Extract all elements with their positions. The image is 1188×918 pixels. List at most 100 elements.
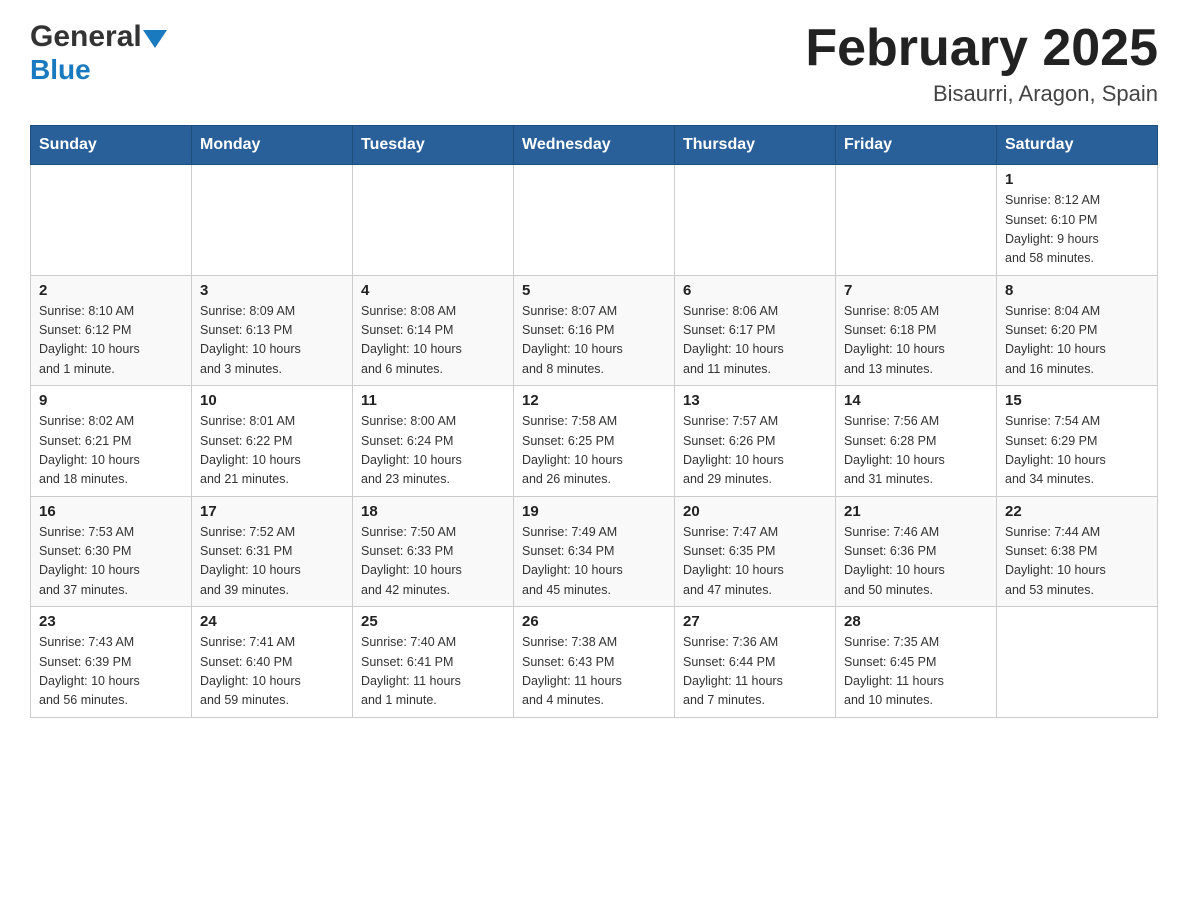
day-number: 2	[39, 282, 183, 299]
calendar-cell: 17Sunrise: 7:52 AMSunset: 6:31 PMDayligh…	[192, 496, 353, 607]
calendar-week-row: 23Sunrise: 7:43 AMSunset: 6:39 PMDayligh…	[31, 607, 1158, 718]
day-info: Sunrise: 7:38 AMSunset: 6:43 PMDaylight:…	[522, 633, 666, 711]
calendar-cell: 7 Sunrise: 8:05 AMSunset: 6:18 PMDaylight…	[836, 275, 997, 386]
calendar-cell: 16 Sunrise: 7:53 AMSunset: 6:30 PMDayligh…	[31, 496, 192, 607]
calendar-cell: 22Sunrise: 7:44 AMSunset: 6:38 PMDayligh…	[997, 496, 1158, 607]
day-number: 14	[844, 392, 988, 409]
calendar-table: SundayMondayTuesdayWednesdayThursdayFrid…	[30, 125, 1158, 718]
day-number: 11	[361, 392, 505, 409]
day-of-week-header: Thursday	[675, 126, 836, 165]
calendar-week-row: 2 Sunrise: 8:10 AMSunset: 6:12 PMDaylight…	[31, 275, 1158, 386]
day-number: 10	[200, 392, 344, 409]
day-info: Sunrise: 8:09 AMSunset: 6:13 PMDaylight:…	[200, 302, 344, 380]
day-number: 21	[844, 503, 988, 520]
logo-arrow-icon	[143, 30, 167, 48]
day-info: Sunrise: 7:49 AMSunset: 6:34 PMDaylight:…	[522, 523, 666, 601]
day-number: 23	[39, 613, 183, 630]
day-info: Sunrise: 8:07 AMSunset: 6:16 PMDaylight:…	[522, 302, 666, 380]
day-number: 16	[39, 503, 183, 520]
day-number: 13	[683, 392, 827, 409]
calendar-cell	[514, 165, 675, 276]
day-number: 1	[1005, 171, 1149, 188]
day-number: 17	[200, 503, 344, 520]
day-info: Sunrise: 8:02 AMSunset: 6:21 PMDaylight:…	[39, 412, 183, 490]
calendar-header-row: SundayMondayTuesdayWednesdayThursdayFrid…	[31, 126, 1158, 165]
title-block: February 2025 Bisaurri, Aragon, Spain	[805, 20, 1158, 107]
day-number: 24	[200, 613, 344, 630]
day-of-week-header: Friday	[836, 126, 997, 165]
calendar-cell: 12 Sunrise: 7:58 AMSunset: 6:25 PMDayligh…	[514, 386, 675, 497]
day-number: 19	[522, 503, 666, 520]
day-info: Sunrise: 7:46 AMSunset: 6:36 PMDaylight:…	[844, 523, 988, 601]
day-info: Sunrise: 7:56 AMSunset: 6:28 PMDaylight:…	[844, 412, 988, 490]
day-info: Sunrise: 8:01 AMSunset: 6:22 PMDaylight:…	[200, 412, 344, 490]
calendar-cell: 8 Sunrise: 8:04 AMSunset: 6:20 PMDaylight…	[997, 275, 1158, 386]
calendar-cell: 6 Sunrise: 8:06 AMSunset: 6:17 PMDaylight…	[675, 275, 836, 386]
day-number: 12	[522, 392, 666, 409]
calendar-week-row: 16 Sunrise: 7:53 AMSunset: 6:30 PMDayligh…	[31, 496, 1158, 607]
calendar-week-row: 1 Sunrise: 8:12 AMSunset: 6:10 PMDaylight…	[31, 165, 1158, 276]
calendar-cell: 2 Sunrise: 8:10 AMSunset: 6:12 PMDaylight…	[31, 275, 192, 386]
day-number: 27	[683, 613, 827, 630]
calendar-cell	[675, 165, 836, 276]
day-of-week-header: Wednesday	[514, 126, 675, 165]
day-info: Sunrise: 8:05 AMSunset: 6:18 PMDaylight:…	[844, 302, 988, 380]
day-number: 18	[361, 503, 505, 520]
calendar-week-row: 9 Sunrise: 8:02 AMSunset: 6:21 PMDaylight…	[31, 386, 1158, 497]
day-number: 26	[522, 613, 666, 630]
day-of-week-header: Sunday	[31, 126, 192, 165]
calendar-cell: 11 Sunrise: 8:00 AMSunset: 6:24 PMDayligh…	[353, 386, 514, 497]
day-info: Sunrise: 8:00 AMSunset: 6:24 PMDaylight:…	[361, 412, 505, 490]
calendar-cell	[836, 165, 997, 276]
day-info: Sunrise: 7:35 AMSunset: 6:45 PMDaylight:…	[844, 633, 988, 711]
calendar-cell: 24Sunrise: 7:41 AMSunset: 6:40 PMDayligh…	[192, 607, 353, 718]
day-info: Sunrise: 7:58 AMSunset: 6:25 PMDaylight:…	[522, 412, 666, 490]
day-info: Sunrise: 7:57 AMSunset: 6:26 PMDaylight:…	[683, 412, 827, 490]
calendar-cell	[192, 165, 353, 276]
logo-general-text: General	[30, 20, 142, 54]
calendar-cell	[353, 165, 514, 276]
day-number: 5	[522, 282, 666, 299]
calendar-cell: 27 Sunrise: 7:36 AMSunset: 6:44 PMDayligh…	[675, 607, 836, 718]
page-header: General Blue February 2025 Bisaurri, Ara…	[30, 20, 1158, 107]
calendar-cell: 28 Sunrise: 7:35 AMSunset: 6:45 PMDayligh…	[836, 607, 997, 718]
calendar-cell: 20Sunrise: 7:47 AMSunset: 6:35 PMDayligh…	[675, 496, 836, 607]
day-info: Sunrise: 8:06 AMSunset: 6:17 PMDaylight:…	[683, 302, 827, 380]
day-number: 8	[1005, 282, 1149, 299]
logo-blue-text: Blue	[30, 54, 91, 86]
day-info: Sunrise: 8:12 AMSunset: 6:10 PMDaylight:…	[1005, 191, 1149, 269]
day-info: Sunrise: 8:08 AMSunset: 6:14 PMDaylight:…	[361, 302, 505, 380]
day-info: Sunrise: 7:40 AMSunset: 6:41 PMDaylight:…	[361, 633, 505, 711]
day-info: Sunrise: 7:36 AMSunset: 6:44 PMDaylight:…	[683, 633, 827, 711]
calendar-cell: 18 Sunrise: 7:50 AMSunset: 6:33 PMDayligh…	[353, 496, 514, 607]
day-number: 28	[844, 613, 988, 630]
day-info: Sunrise: 8:04 AMSunset: 6:20 PMDaylight:…	[1005, 302, 1149, 380]
calendar-cell: 10 Sunrise: 8:01 AMSunset: 6:22 PMDayligh…	[192, 386, 353, 497]
calendar-cell: 23Sunrise: 7:43 AMSunset: 6:39 PMDayligh…	[31, 607, 192, 718]
day-info: Sunrise: 7:53 AMSunset: 6:30 PMDaylight:…	[39, 523, 183, 601]
day-info: Sunrise: 8:10 AMSunset: 6:12 PMDaylight:…	[39, 302, 183, 380]
calendar-cell: 3 Sunrise: 8:09 AMSunset: 6:13 PMDaylight…	[192, 275, 353, 386]
calendar-cell: 15 Sunrise: 7:54 AMSunset: 6:29 PMDayligh…	[997, 386, 1158, 497]
logo: General Blue	[30, 20, 167, 86]
day-info: Sunrise: 7:50 AMSunset: 6:33 PMDaylight:…	[361, 523, 505, 601]
day-info: Sunrise: 7:54 AMSunset: 6:29 PMDaylight:…	[1005, 412, 1149, 490]
calendar-cell: 5 Sunrise: 8:07 AMSunset: 6:16 PMDaylight…	[514, 275, 675, 386]
day-number: 6	[683, 282, 827, 299]
day-number: 25	[361, 613, 505, 630]
calendar-cell: 25 Sunrise: 7:40 AMSunset: 6:41 PMDayligh…	[353, 607, 514, 718]
day-number: 3	[200, 282, 344, 299]
day-number: 4	[361, 282, 505, 299]
calendar-cell: 26 Sunrise: 7:38 AMSunset: 6:43 PMDayligh…	[514, 607, 675, 718]
calendar-cell: 14 Sunrise: 7:56 AMSunset: 6:28 PMDayligh…	[836, 386, 997, 497]
day-info: Sunrise: 7:44 AMSunset: 6:38 PMDaylight:…	[1005, 523, 1149, 601]
calendar-cell	[997, 607, 1158, 718]
location-title: Bisaurri, Aragon, Spain	[805, 81, 1158, 107]
calendar-cell: 1 Sunrise: 8:12 AMSunset: 6:10 PMDaylight…	[997, 165, 1158, 276]
day-number: 7	[844, 282, 988, 299]
day-number: 9	[39, 392, 183, 409]
day-of-week-header: Tuesday	[353, 126, 514, 165]
calendar-cell: 21 Sunrise: 7:46 AMSunset: 6:36 PMDayligh…	[836, 496, 997, 607]
day-number: 15	[1005, 392, 1149, 409]
day-info: Sunrise: 7:47 AMSunset: 6:35 PMDaylight:…	[683, 523, 827, 601]
